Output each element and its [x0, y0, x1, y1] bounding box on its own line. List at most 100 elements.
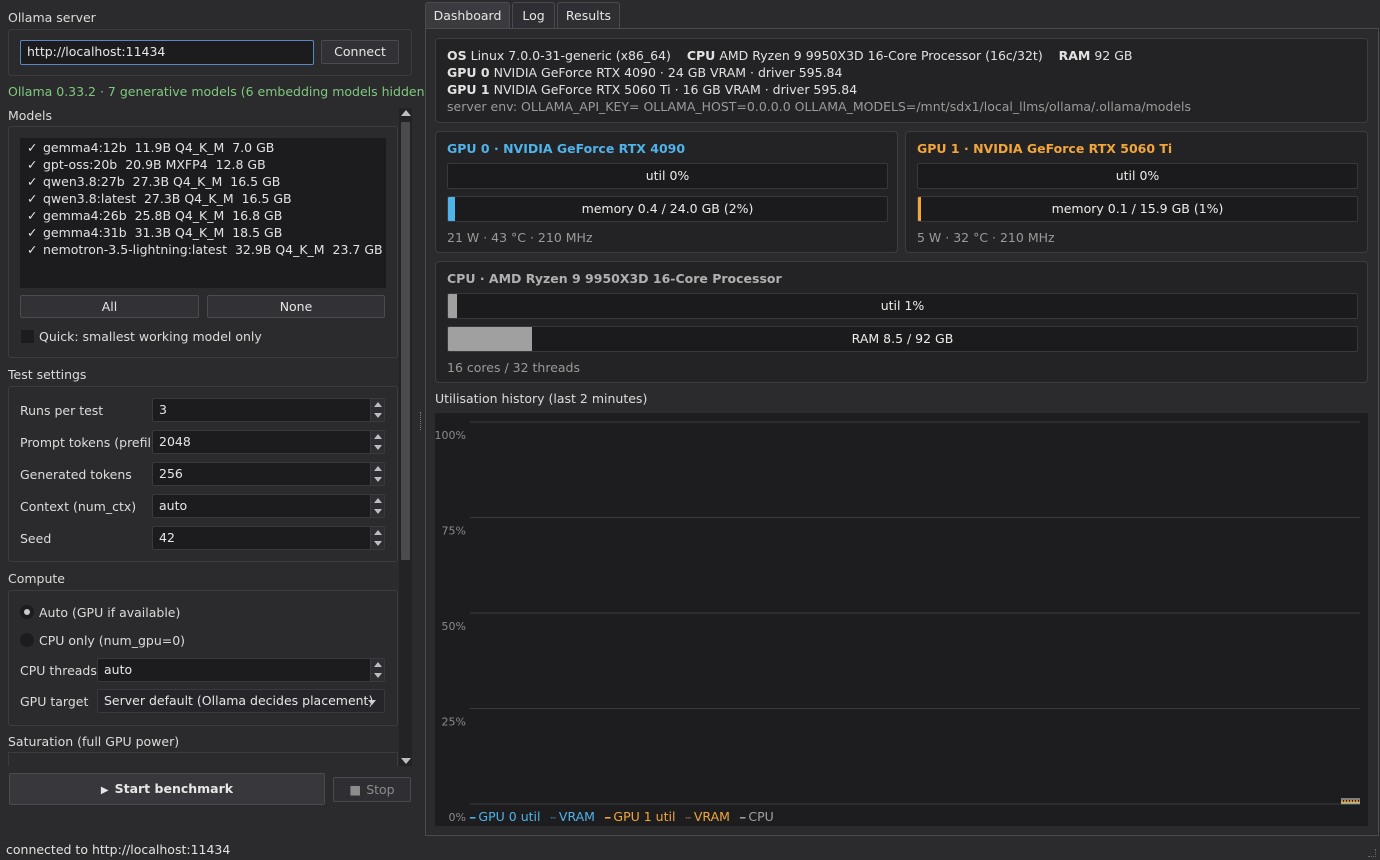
setting-spinner[interactable] [370, 399, 384, 421]
setting-spinbox[interactable]: 3 [152, 398, 385, 422]
check-icon[interactable]: ✓ [27, 173, 43, 190]
quick-checkbox[interactable] [21, 330, 34, 343]
setting-spinbox[interactable]: 42 [152, 526, 385, 550]
legend-label: GPU 1 util [613, 809, 676, 824]
model-name: gpt-oss:20b [43, 157, 118, 172]
setting-spinbox[interactable]: auto [152, 494, 385, 518]
check-icon[interactable]: ✓ [27, 224, 43, 241]
setting-value: 2048 [159, 434, 191, 449]
gpu-target-label: GPU target [20, 694, 89, 709]
setting-label: Generated tokens [20, 467, 132, 482]
cpu-value: AMD Ryzen 9 9950X3D 16-Core Processor (1… [719, 48, 1043, 63]
server-url-input[interactable]: http://localhost:11434 [20, 40, 314, 65]
spin-up-icon[interactable] [374, 434, 382, 439]
legend-item: ━ GPU 0 util [470, 809, 540, 824]
setting-spinner[interactable] [370, 495, 384, 517]
spin-up-icon[interactable] [374, 402, 382, 407]
check-icon[interactable]: ✓ [27, 190, 43, 207]
stop-button[interactable]: ■ Stop [333, 777, 411, 802]
radio-auto[interactable] [20, 605, 34, 619]
scroll-down-icon[interactable] [401, 758, 411, 764]
setting-spinbox[interactable]: 256 [152, 462, 385, 486]
connect-button[interactable]: Connect [321, 40, 399, 64]
gpu1-value: NVIDIA GeForce RTX 5060 Ti · 16 GB VRAM … [493, 82, 858, 97]
model-item[interactable]: ✓ qwen3.8:27b 27.3B Q4_K_M 16.5 GB [27, 173, 280, 190]
legend-swatch-icon: ┄ [550, 814, 556, 824]
legend-label: GPU 0 util [478, 809, 541, 824]
server-group-label: Ollama server [8, 10, 96, 25]
legend-swatch-icon: ━ [739, 814, 746, 824]
resize-grip-icon[interactable] [1368, 849, 1376, 857]
model-name: qwen3.8:latest [43, 191, 136, 206]
legend-swatch-icon: ┄ [685, 814, 691, 824]
model-name: gemma4:26b [43, 208, 127, 223]
server-status-line: Ollama 0.33.2 · 7 generative models (6 e… [8, 84, 430, 99]
y-tick-label: 50% [442, 620, 466, 633]
setting-spinner[interactable] [370, 527, 384, 549]
tab-dashboard[interactable]: Dashboard [425, 2, 510, 29]
model-item[interactable]: ✓ gpt-oss:20b 20.9B MXFP4 12.8 GB [27, 156, 266, 173]
spin-down-icon[interactable] [374, 413, 382, 418]
spin-up-icon[interactable] [374, 530, 382, 535]
radio-cpu-only[interactable] [20, 633, 34, 647]
cpu-threads-label: CPU threads [20, 663, 97, 678]
play-icon: ▶ [100, 785, 109, 796]
model-detail: 27.3B Q4_K_M [132, 174, 223, 189]
gpu-target-value: Server default (Ollama decides placement… [104, 693, 374, 708]
cpu-footer: 16 cores / 32 threads [447, 360, 580, 375]
check-icon[interactable]: ✓ [27, 241, 43, 258]
setting-spinbox[interactable]: 2048 [152, 430, 385, 454]
model-detail: 32.9B Q4_K_M [234, 242, 325, 257]
tab-log[interactable]: Log [512, 2, 555, 29]
cpu-threads-input[interactable]: auto [97, 658, 385, 682]
radio-auto-label: Auto (GPU if available) [39, 605, 181, 620]
model-size: 16.8 GB [232, 208, 283, 223]
spin-up-icon[interactable] [374, 662, 382, 667]
chevron-down-icon[interactable] [368, 700, 376, 705]
check-icon[interactable]: ✓ [27, 207, 43, 224]
model-item[interactable]: ✓ gemma4:31b 31.3B Q4_K_M 18.5 GB [27, 224, 282, 241]
server-env-line: server env: OLLAMA_API_KEY= OLLAMA_HOST=… [447, 99, 1192, 114]
y-tick-label: 75% [442, 525, 466, 538]
select-none-button[interactable]: None [207, 295, 385, 318]
setting-spinner[interactable] [370, 463, 384, 485]
spin-up-icon[interactable] [374, 466, 382, 471]
spin-down-icon[interactable] [374, 541, 382, 546]
model-item[interactable]: ✓ nemotron-3.5-lightning:latest 32.9B Q4_… [27, 241, 383, 258]
ram-value: 92 GB [1094, 48, 1133, 63]
gpu1-title: GPU 1 · NVIDIA GeForce RTX 5060 Ti [917, 141, 1173, 156]
gpu0-card: GPU 0 · NVIDIA GeForce RTX 4090 util 0% … [435, 131, 898, 253]
gpu1-card: GPU 1 · NVIDIA GeForce RTX 5060 Ti util … [905, 131, 1368, 253]
check-icon[interactable]: ✓ [27, 139, 43, 156]
model-item[interactable]: ✓ gemma4:12b 11.9B Q4_K_M 7.0 GB [27, 139, 274, 156]
test-settings-label: Test settings [8, 367, 87, 382]
spin-down-icon[interactable] [374, 477, 382, 482]
spin-down-icon[interactable] [374, 673, 382, 678]
model-item[interactable]: ✓ qwen3.8:latest 27.3B Q4_K_M 16.5 GB [27, 190, 292, 207]
spin-down-icon[interactable] [374, 445, 382, 450]
start-benchmark-button[interactable]: ▶ Start benchmark [9, 773, 325, 805]
spin-down-icon[interactable] [374, 509, 382, 514]
history-title: Utilisation history (last 2 minutes) [435, 391, 648, 406]
tab-results[interactable]: Results [557, 2, 620, 29]
model-item[interactable]: ✓ gemma4:26b 25.8B Q4_K_M 16.8 GB [27, 207, 282, 224]
left-scrollbar-thumb[interactable] [401, 122, 410, 560]
saturation-label: Saturation (full GPU power) [8, 734, 180, 749]
history-legend: ━ GPU 0 util ┄ VRAM ━ GPU 1 util ┄ VRAM ━ CPU [470, 809, 784, 824]
history-chart: 100% 75% 50% 25% 0% ━ GPU 0 util ┄ VRAM ━ GPU 1 u… [435, 413, 1368, 826]
select-all-button[interactable]: All [20, 295, 199, 318]
stop-label: Stop [366, 782, 395, 797]
legend-item: ━ GPU 1 util [605, 809, 675, 824]
setting-spinner[interactable] [370, 431, 384, 453]
check-icon[interactable]: ✓ [27, 156, 43, 173]
model-size: 16.5 GB [241, 191, 292, 206]
scroll-up-icon[interactable] [401, 110, 411, 116]
cpu-threads-spinner[interactable] [370, 659, 384, 681]
model-detail: 25.8B Q4_K_M [134, 208, 225, 223]
ram-key: RAM [1058, 48, 1091, 63]
splitter-handle[interactable] [420, 412, 423, 430]
spin-up-icon[interactable] [374, 498, 382, 503]
start-benchmark-label: Start benchmark [114, 781, 234, 796]
cpu-title: CPU · AMD Ryzen 9 9950X3D 16-Core Proces… [447, 271, 782, 286]
gpu-target-select[interactable]: Server default (Ollama decides placement… [97, 689, 385, 713]
